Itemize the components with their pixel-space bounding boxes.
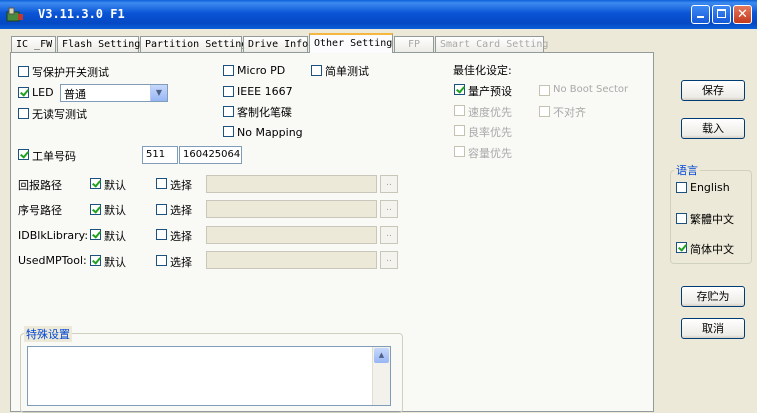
path-default-checkbox[interactable] [90, 178, 101, 189]
browse-button[interactable]: .. [380, 200, 398, 218]
tab-ic-fw[interactable]: IC _FW [11, 36, 56, 52]
work-order-number-field[interactable]: 160425064 [179, 146, 242, 164]
path-default-label: 默认 [104, 256, 126, 269]
tab-other-setting[interactable]: Other Setting [309, 33, 393, 53]
cancel-button[interactable]: 取消 [681, 318, 745, 339]
mass-production-preset-checkbox[interactable] [454, 84, 465, 95]
path-select-label: 选择 [170, 204, 192, 217]
traditional-chinese-label: 繁體中文 [690, 213, 734, 226]
special-settings-textarea[interactable]: ▲ [27, 346, 391, 406]
tab-flash-setting[interactable]: Flash Setting [57, 36, 140, 52]
simplified-chinese-checkbox[interactable] [676, 242, 687, 253]
path-select-label: 选择 [170, 256, 192, 269]
no-mapping-checkbox[interactable] [223, 126, 234, 137]
misaligned-checkbox[interactable] [539, 106, 550, 117]
english-checkbox[interactable] [676, 182, 687, 193]
path-select-label: 选择 [170, 179, 192, 192]
path-default-checkbox[interactable] [90, 255, 101, 266]
path-field[interactable] [206, 226, 377, 244]
browse-button[interactable]: .. [380, 175, 398, 193]
special-settings-title: 特殊设置 [24, 326, 72, 342]
write-protect-checkbox[interactable] [18, 66, 29, 77]
no-boot-sector-checkbox[interactable] [539, 85, 550, 96]
tab-smart-card-setting[interactable]: Smart Card Setting [435, 36, 548, 52]
no-rw-test-checkbox[interactable] [18, 108, 29, 119]
traditional-chinese-checkbox[interactable] [676, 213, 687, 224]
mass-production-preset-label: 量产预设 [468, 85, 512, 98]
yield-priority-label: 良率优先 [468, 126, 512, 139]
window-title: V3.11.3.0 F1 [38, 7, 125, 21]
app-icon [6, 6, 24, 22]
path-row-label: UsedMPTool: [18, 254, 87, 267]
save-as-button[interactable]: 存贮为 [681, 286, 745, 307]
close-icon[interactable]: ✕ [733, 5, 752, 24]
path-select-label: 选择 [170, 230, 192, 243]
tab-drive-info[interactable]: Drive Info [243, 36, 308, 52]
led-mode-value: 普通 [64, 88, 86, 101]
led-checkbox[interactable] [18, 87, 29, 98]
work-order-label: 工单号码 [32, 150, 76, 163]
optimize-heading: 最佳化设定: [453, 64, 512, 77]
misaligned-label: 不对齐 [553, 106, 586, 119]
no-mapping-label: No Mapping [237, 126, 303, 139]
english-label: English [690, 181, 730, 194]
browse-button[interactable]: .. [380, 226, 398, 244]
path-field[interactable] [206, 200, 377, 218]
chevron-down-icon[interactable]: ▼ [150, 85, 167, 101]
custom-cdrom-checkbox[interactable] [223, 106, 234, 117]
speed-priority-checkbox[interactable] [454, 105, 465, 116]
ieee-1667-checkbox[interactable] [223, 86, 234, 97]
write-protect-label: 写保护开关测试 [32, 66, 109, 79]
no-boot-sector-label: No Boot Sector [553, 84, 629, 95]
path-default-label: 默认 [104, 230, 126, 243]
led-mode-select[interactable]: 普通 ▼ [60, 84, 168, 102]
path-default-checkbox[interactable] [90, 229, 101, 240]
maximize-icon[interactable] [712, 5, 731, 24]
no-rw-test-label: 无读写测试 [32, 108, 87, 121]
path-field[interactable] [206, 251, 377, 269]
path-select-checkbox[interactable] [156, 178, 167, 189]
simplified-chinese-label: 简体中文 [690, 243, 734, 256]
micro-pd-checkbox[interactable] [223, 65, 234, 76]
yield-priority-checkbox[interactable] [454, 125, 465, 136]
title-bar[interactable]: V3.11.3.0 F1 ✕ [0, 0, 757, 29]
path-select-checkbox[interactable] [156, 229, 167, 240]
work-order-prefix-field[interactable]: 511 [142, 146, 178, 164]
scrollbar[interactable]: ▲ [372, 347, 390, 405]
tab-partition-setting[interactable]: Partition Setting [140, 36, 247, 52]
load-button[interactable]: 载入 [681, 118, 745, 139]
led-label: LED [32, 86, 54, 99]
speed-priority-label: 速度优先 [468, 106, 512, 119]
minimize-icon[interactable] [691, 5, 710, 24]
path-field[interactable] [206, 175, 377, 193]
custom-cdrom-label: 客制化笔碟 [237, 106, 292, 119]
path-select-checkbox[interactable] [156, 204, 167, 215]
tab-fp[interactable]: FP [394, 36, 434, 52]
simple-test-checkbox[interactable] [311, 65, 322, 76]
capacity-priority-label: 容量优先 [468, 147, 512, 160]
path-row-label: 回报路径 [18, 179, 62, 192]
micro-pd-label: Micro PD [237, 64, 286, 77]
ieee-1667-label: IEEE 1667 [237, 85, 293, 98]
path-row-label: 序号路径 [18, 204, 62, 217]
path-default-label: 默认 [104, 204, 126, 217]
language-title: 语言 [674, 162, 700, 178]
path-select-checkbox[interactable] [156, 255, 167, 266]
work-order-checkbox[interactable] [18, 149, 29, 160]
path-default-checkbox[interactable] [90, 204, 101, 215]
capacity-priority-checkbox[interactable] [454, 146, 465, 157]
path-row-label: IDBlkLibrary: [18, 229, 89, 242]
scroll-up-icon[interactable]: ▲ [374, 348, 389, 363]
path-default-label: 默认 [104, 179, 126, 192]
browse-button[interactable]: .. [380, 251, 398, 269]
save-button[interactable]: 保存 [681, 80, 745, 101]
simple-test-label: 简单测试 [325, 65, 369, 78]
